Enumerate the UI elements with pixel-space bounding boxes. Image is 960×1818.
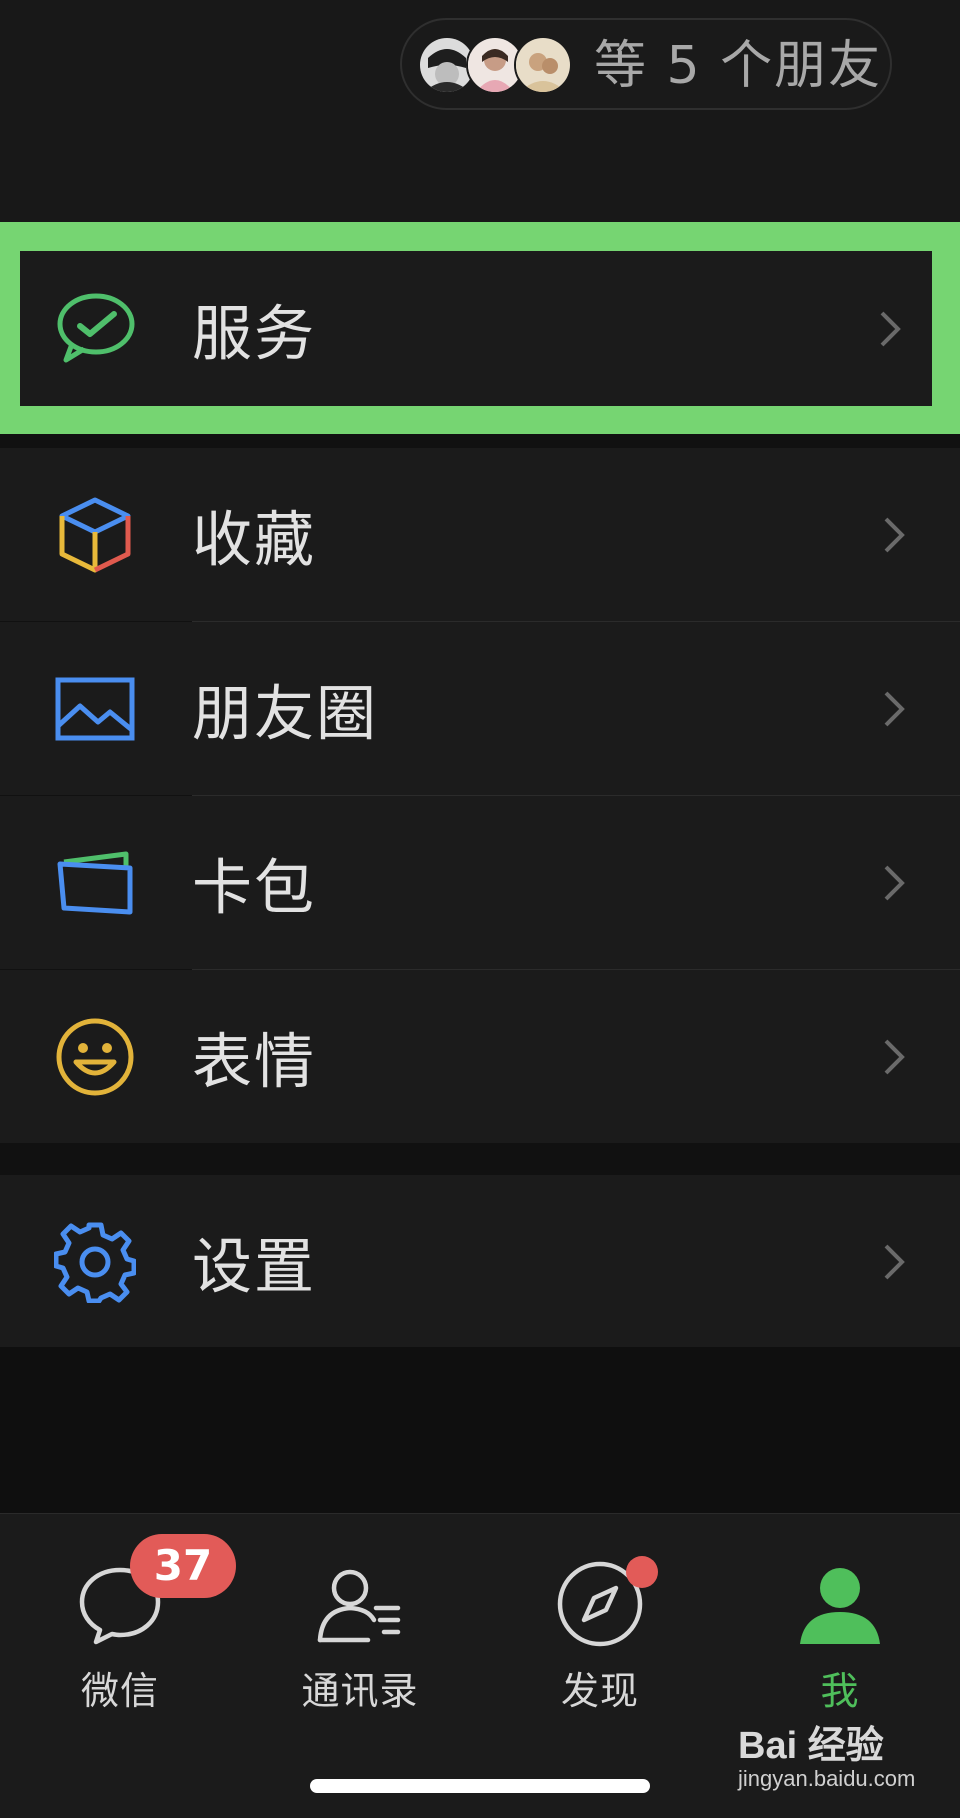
chevron-right-icon bbox=[882, 863, 908, 903]
tab-label: 发现 bbox=[560, 1669, 639, 1713]
menu-item-label: 卡包 bbox=[192, 853, 316, 923]
empty-area bbox=[0, 1347, 960, 1513]
menu-item-service[interactable]: 服务 bbox=[20, 251, 932, 406]
tab-label: 微信 bbox=[80, 1669, 159, 1713]
unread-badge: 37 bbox=[130, 1534, 236, 1598]
person-icon bbox=[794, 1558, 886, 1650]
gear-icon bbox=[53, 1221, 137, 1303]
tab-discover[interactable]: 发现 bbox=[480, 1534, 720, 1714]
tab-me[interactable]: 我 bbox=[720, 1534, 960, 1714]
smiley-icon bbox=[54, 1016, 136, 1098]
menu-item-stickers[interactable]: 表情 bbox=[0, 970, 960, 1143]
tab-contacts[interactable]: 通讯录 bbox=[240, 1534, 480, 1714]
friends-label: 等 5 个朋友 bbox=[594, 36, 883, 96]
favorites-cube-icon bbox=[54, 494, 136, 576]
home-indicator[interactable] bbox=[310, 1779, 650, 1793]
watermark-brand: Bai 经验 bbox=[738, 1725, 884, 1767]
menu-item-label: 服务 bbox=[192, 299, 316, 369]
friends-status-pill[interactable]: 等 5 个朋友 bbox=[400, 18, 892, 110]
menu-item-label: 朋友圈 bbox=[192, 679, 378, 749]
tab-label: 我 bbox=[820, 1669, 860, 1713]
chevron-right-icon bbox=[882, 515, 908, 555]
tab-label: 通讯录 bbox=[301, 1669, 419, 1713]
moments-picture-icon bbox=[54, 668, 136, 750]
avatar bbox=[514, 36, 572, 94]
menu-item-label: 设置 bbox=[192, 1232, 316, 1302]
chevron-right-icon bbox=[882, 1242, 908, 1282]
card-wallet-icon bbox=[54, 842, 136, 924]
chevron-right-icon bbox=[882, 1037, 908, 1077]
menu-item-card-wallet[interactable]: 卡包 bbox=[0, 796, 960, 969]
watermark: Bai 经验 jingyan.baidu.com bbox=[738, 1714, 928, 1804]
menu-item-settings[interactable]: 设置 bbox=[0, 1175, 960, 1348]
menu-item-moments[interactable]: 朋友圈 bbox=[0, 622, 960, 795]
menu-item-label: 收藏 bbox=[192, 505, 316, 575]
chevron-right-icon bbox=[878, 309, 904, 349]
wechat-pay-icon bbox=[54, 288, 136, 370]
menu-item-favorites[interactable]: 收藏 bbox=[0, 448, 960, 621]
tab-chats[interactable]: 37 微信 bbox=[0, 1534, 240, 1714]
menu-item-label: 表情 bbox=[192, 1027, 316, 1097]
chevron-right-icon bbox=[882, 689, 908, 729]
contacts-icon bbox=[314, 1558, 406, 1650]
notification-dot bbox=[626, 1556, 658, 1588]
friends-status-area: 等 5 个朋友 bbox=[0, 0, 960, 222]
watermark-url: jingyan.baidu.com bbox=[738, 1766, 916, 1791]
